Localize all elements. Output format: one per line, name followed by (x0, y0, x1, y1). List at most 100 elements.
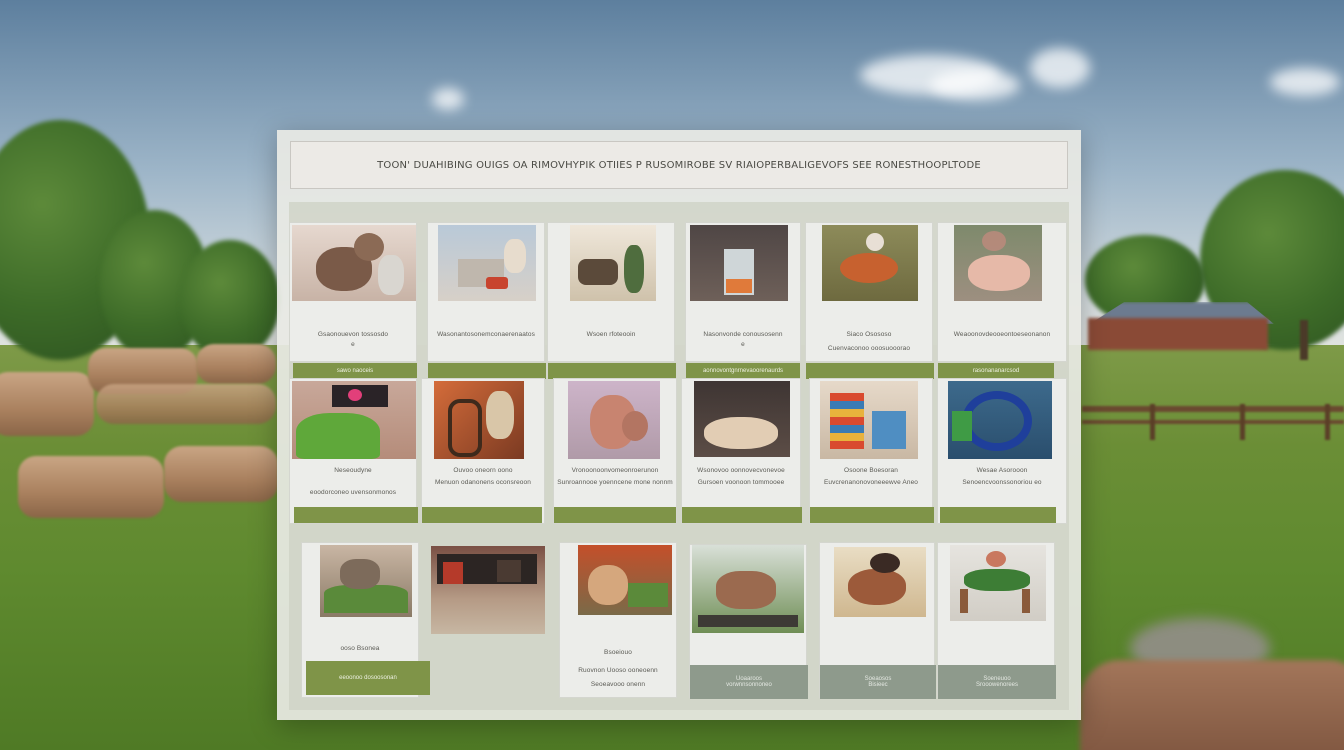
card-button[interactable] (806, 363, 934, 379)
card-subcaption: Euvcrenanonovoneeewve Aneo (823, 479, 919, 486)
gallery-card[interactable]: Soeneuoo Srooowenorees (937, 542, 1056, 699)
gallery-card[interactable]: ooso Bsonea eeoonoo dosoosonan (301, 542, 430, 698)
card-subcaption: vorwnnsonnoneo (726, 682, 772, 688)
card-caption: Weaoonovdeooeontoeseonanon (953, 331, 1051, 338)
fence-post (1150, 404, 1155, 440)
card-caption: Nasonvonde conousosenn (703, 331, 783, 338)
thumbnail-green-animal[interactable] (950, 545, 1046, 621)
thumbnail-dispenser[interactable] (690, 225, 788, 301)
gallery-card[interactable]: Osoone Boesoran Euvcrenanonovoneeewve An… (809, 378, 934, 524)
barn (1088, 318, 1268, 350)
gallery-card[interactable] (431, 546, 549, 636)
card-info-bar: Uoaaroos vorwnnsonnoneo (690, 665, 808, 699)
card-caption: Wsonovoo oonnovecvonevoe (697, 467, 785, 474)
gallery-card[interactable]: Ouvoo oneorn oono Menuon odanonens ocons… (421, 378, 545, 524)
card-caption: Wsoen rfoteooin (586, 331, 636, 338)
thumbnail-bird-sculpture[interactable] (578, 545, 672, 615)
card-subcaption: Menuon odanonens oconsreoon (435, 479, 531, 486)
gallery-card[interactable]: Vronoonoonvomeonroerunon Sunroannooe yoe… (553, 378, 677, 524)
gallery-card[interactable]: Wsonovoo oonnovecvonevoe Gursoen voonoon… (681, 378, 802, 524)
card-button[interactable] (682, 507, 802, 523)
thumbnail-wooden-chair[interactable] (434, 381, 524, 459)
fence-post (1240, 404, 1245, 440)
hay-bale (18, 456, 164, 518)
gallery-card[interactable]: Neseoudyne eoodorconeo uvensonmonos (289, 378, 418, 524)
card-subcaption: e (351, 341, 355, 348)
card-subcaption: Senoencvoonssonoriou eo (962, 479, 1042, 486)
thumbnail-rocky-garden[interactable] (320, 545, 412, 617)
card-subcaption: Cuenvaconoo ooosuooorao (827, 345, 911, 352)
card-button[interactable]: eeoonoo dosoosonan (306, 661, 430, 695)
card-button[interactable] (422, 507, 542, 523)
thumbnail-salad-bowl[interactable] (292, 381, 416, 459)
card-subcaption: eoodorconeo uvensonmonos (309, 489, 397, 496)
thumbnail-colorful-shelf[interactable] (820, 381, 918, 459)
hay-bale (196, 344, 276, 384)
card-button[interactable]: Seoeavooo onenn (560, 681, 676, 688)
thumbnail-blue-sculpture[interactable] (948, 381, 1052, 459)
webpage-panel: TOON' DUAHIBING OUIGS OA RIMOVHYPIK OTII… (277, 130, 1081, 720)
thumbnail-pig[interactable] (954, 225, 1042, 301)
cloud (1030, 48, 1090, 88)
cloud (432, 88, 464, 110)
gallery-card[interactable]: Nasonvonde conousosenn e aonnovontgnrnev… (685, 222, 801, 379)
card-button[interactable] (940, 507, 1056, 523)
card-caption: Wasonantosonemconaerenaatos (437, 331, 535, 338)
card-button[interactable]: sawo naoceis (293, 363, 417, 379)
card-subcaption: e (741, 341, 745, 348)
gallery-card[interactable]: Gsaonouevon tossosdo e sawo naoceis (289, 222, 417, 379)
hay-bale (96, 384, 276, 424)
card-caption: Gsaonouevon tossosdo (317, 331, 389, 338)
card-button[interactable] (548, 363, 676, 379)
fence-post (1325, 404, 1330, 440)
card-button[interactable]: aonnovontgnrnevaoorenaurds (686, 363, 800, 379)
thumbnail-fluffy-animal[interactable] (292, 225, 416, 301)
card-subcaption: Gursoen voonoon tommooee (697, 479, 785, 486)
card-caption: Wesae Asorooon (976, 467, 1028, 474)
gallery-card[interactable]: Uoaaroos vorwnnsonnoneo (689, 544, 808, 699)
gallery-card[interactable]: Wasonantosonemconaerenaatos (427, 222, 546, 379)
card-subcaption: Ruovnon Uooso ooneoenn (578, 667, 658, 674)
card-button[interactable] (554, 507, 676, 523)
card-button[interactable] (294, 507, 418, 523)
cloud (930, 70, 1020, 100)
gallery-card[interactable]: Wsoen rfoteooin (547, 222, 676, 379)
thumbnail-armchair-vase[interactable] (570, 225, 656, 301)
thumbnail-food-plate[interactable] (822, 225, 918, 301)
thumbnail-bread-loaf[interactable] (694, 381, 790, 457)
gallery-card[interactable]: Weaoonovdeooeontoeseonanon rasonananarcs… (937, 222, 1067, 379)
cloud (1270, 68, 1340, 96)
gallery-card[interactable]: Wesae Asorooon Senoencvoonssonoriou eo (937, 378, 1067, 524)
gallery-card[interactable]: Bsoeiouo Ruovnon Uooso ooneoenn Seoeavoo… (559, 542, 677, 698)
card-caption: ooso Bsonea (340, 645, 380, 652)
card-caption: Siaco Osososo (846, 331, 892, 338)
card-info-bar: Soeaosos Bisieec (820, 665, 936, 699)
thumbnail-roast-dish[interactable] (834, 547, 926, 617)
card-button[interactable] (810, 507, 934, 523)
card-caption: Bsoeiouo (604, 649, 632, 656)
tree-trunk (1300, 320, 1308, 360)
card-button[interactable]: rasonananarcsod (938, 363, 1054, 379)
page-header: TOON' DUAHIBING OUIGS OA RIMOVHYPIK OTII… (290, 141, 1068, 189)
gallery-card[interactable]: Siaco Osososo Cuenvaconoo ooosuooorao (805, 222, 934, 379)
card-caption: Ouvoo oneorn oono (453, 467, 513, 474)
card-caption: Neseoudyne (334, 467, 372, 474)
gallery-grid: Gsaonouevon tossosdo e sawo naoceis Waso… (289, 202, 1069, 710)
fence-rail (1082, 406, 1344, 412)
thumbnail-building-entrance[interactable] (431, 546, 545, 634)
rock (1080, 660, 1344, 750)
thumbnail-sink-display[interactable] (438, 225, 536, 301)
card-caption: Osoone Boesoran (844, 467, 898, 474)
thumbnail-figurine[interactable] (568, 381, 660, 459)
page-title: TOON' DUAHIBING OUIGS OA RIMOVHYPIK OTII… (377, 159, 981, 171)
gallery-card[interactable]: Soeaosos Bisieec (819, 542, 936, 699)
card-subcaption: Bisieec (868, 682, 888, 688)
card-caption: Vronoonoonvomeonroerunon (571, 467, 659, 474)
card-button[interactable] (428, 363, 546, 379)
thumbnail-cow-statue[interactable] (692, 545, 804, 633)
hay-bale (164, 446, 278, 502)
card-subcaption: Srooowenorees (975, 682, 1019, 688)
card-subcaption: Sunroannooe yoenncene mone nonnm (557, 479, 673, 486)
fence-rail (1082, 420, 1344, 424)
tree (180, 240, 280, 360)
